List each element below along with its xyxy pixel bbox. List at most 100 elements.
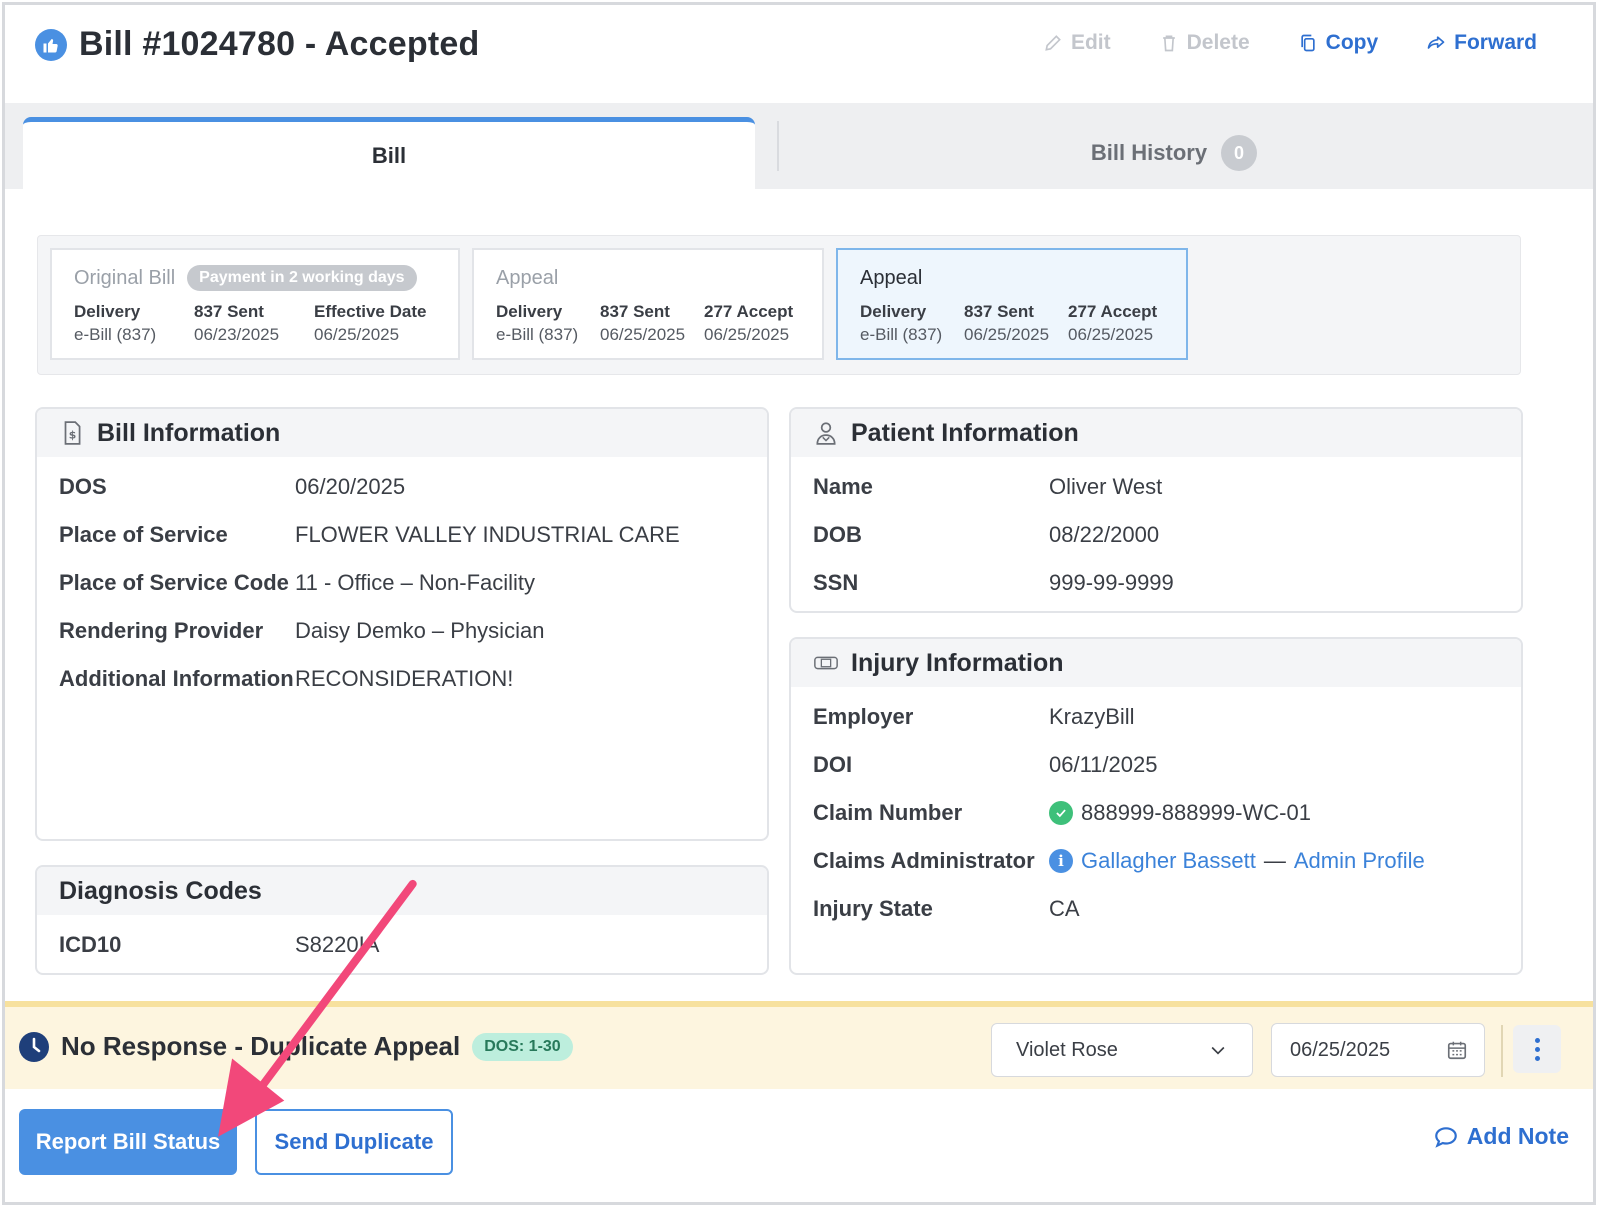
- patient-row-ssn: SSN 999-99-9999: [813, 565, 1499, 601]
- version-col-837-sent: 837 Sent 06/23/2025: [194, 302, 296, 345]
- add-note-button[interactable]: Add Note: [1433, 1123, 1569, 1150]
- injury-information-header: Injury Information: [791, 639, 1521, 687]
- svg-text:$: $: [69, 428, 77, 441]
- injury-information-title: Injury Information: [851, 648, 1064, 677]
- calendar-icon: [1447, 1041, 1467, 1060]
- version-col-label: Delivery: [74, 302, 141, 321]
- diagnosis-label: ICD10: [59, 932, 122, 957]
- verified-check-icon: [1049, 801, 1073, 825]
- tab-bill-history[interactable]: Bill History 0: [779, 117, 1569, 189]
- admin-profile-link[interactable]: Admin Profile: [1294, 843, 1425, 879]
- bill-information-title: Bill Information: [97, 418, 281, 447]
- injury-row-employer: Employer KrazyBill: [813, 699, 1499, 735]
- version-col-value: e-Bill (837): [74, 325, 157, 344]
- patient-row-dob: DOB 08/22/2000: [813, 517, 1499, 553]
- info-label: Additional Information: [59, 666, 294, 691]
- info-label: Place of Service Code: [59, 570, 289, 595]
- claims-administrator-link[interactable]: Gallagher Bassett: [1081, 843, 1256, 879]
- patient-information-header: Patient Information: [791, 409, 1521, 457]
- patient-value: 999-99-9999: [1049, 570, 1174, 595]
- clock-icon: [19, 1031, 49, 1062]
- version-columns: Delivery e-Bill (837) 837 Sent 06/25/2025 …: [496, 302, 800, 345]
- version-title: Appeal: [496, 266, 559, 289]
- diagnosis-codes-header: Diagnosis Codes: [37, 867, 767, 915]
- info-value: FLOWER VALLEY INDUSTRIAL CARE: [295, 522, 680, 547]
- info-value: Daisy Demko – Physician: [295, 618, 545, 643]
- tab-bill[interactable]: Bill: [23, 117, 755, 189]
- edit-button[interactable]: Edit: [1043, 31, 1111, 55]
- tabs-bar: Bill Bill History 0: [5, 103, 1593, 189]
- status-date-value: 06/25/2025: [1290, 1038, 1391, 1061]
- status-divider: [1501, 1025, 1503, 1077]
- version-col-value: e-Bill (837): [860, 325, 943, 344]
- trash-icon: [1162, 35, 1175, 52]
- version-col-277-accept: 277 Accept 06/25/2025: [704, 302, 806, 345]
- version-card-header: Appeal: [860, 264, 1164, 292]
- info-icon[interactable]: i: [1049, 849, 1073, 873]
- info-row-additional-information: Additional Information RECONSIDERATION!: [59, 661, 745, 697]
- copy-label: Copy: [1325, 31, 1379, 54]
- injury-row-claim-number: Claim Number 888999-888999-WC-01: [813, 795, 1499, 831]
- header-actions: Edit Delete Copy Forward: [1043, 31, 1537, 55]
- status-date-input[interactable]: 06/25/2025: [1271, 1023, 1485, 1077]
- copy-button[interactable]: Copy: [1298, 31, 1379, 55]
- pencil-icon: [1045, 35, 1061, 51]
- version-col-value: 06/23/2025: [194, 325, 280, 344]
- assignee-value: Violet Rose: [1016, 1038, 1118, 1061]
- info-label: DOS: [59, 474, 107, 499]
- patient-row-name: Name Oliver West: [813, 469, 1499, 505]
- version-col-value: 06/25/2025: [1068, 325, 1154, 344]
- bill-detail-window: Bill #1024780 - Accepted Edit Delete Cop…: [2, 2, 1596, 1205]
- version-card-original[interactable]: Original Bill Payment in 2 working days …: [50, 248, 460, 360]
- doi-value: 06/11/2025: [1049, 752, 1158, 777]
- version-col-837-sent: 837 Sent 06/25/2025: [600, 302, 702, 345]
- injury-label: DOI: [813, 752, 853, 777]
- version-columns: Delivery e-Bill (837) 837 Sent 06/25/2025 …: [860, 302, 1164, 345]
- injury-row-doi: DOI 06/11/2025: [813, 747, 1499, 783]
- injury-label: Claims Administrator: [813, 848, 1035, 873]
- version-card-header: Appeal: [496, 264, 800, 292]
- patient-value: Oliver West: [1049, 474, 1163, 499]
- bill-information-header: $ Bill Information: [37, 409, 767, 457]
- bill-versions-strip: Original Bill Payment in 2 working days …: [37, 235, 1521, 375]
- diagnosis-codes-panel: Diagnosis Codes ICD10 S8220IA: [35, 865, 769, 975]
- report-bill-status-button[interactable]: Report Bill Status: [19, 1109, 237, 1175]
- version-col-delivery: Delivery e-Bill (837): [74, 302, 176, 345]
- diagnosis-value: S8220IA: [295, 932, 380, 957]
- delete-button[interactable]: Delete: [1159, 31, 1250, 55]
- info-row-dos: DOS 06/20/2025: [59, 469, 745, 505]
- version-col-label: 277 Accept: [1068, 302, 1158, 321]
- version-col-delivery: Delivery e-Bill (837): [860, 302, 962, 345]
- chevron-down-icon: [1211, 1046, 1225, 1055]
- version-columns: Delivery e-Bill (837) 837 Sent 06/23/2025 …: [74, 302, 436, 345]
- version-col-label: Delivery: [860, 302, 927, 321]
- patient-information-title: Patient Information: [851, 418, 1079, 447]
- bill-information-rows: DOS 06/20/2025 Place of Service FLOWER VAL…: [37, 457, 767, 697]
- version-card-appeal-2[interactable]: Appeal Delivery e-Bill (837) 837 Sent 06/2…: [836, 248, 1188, 360]
- page-title: Bill #1024780 - Accepted: [79, 25, 480, 63]
- delete-label: Delete: [1186, 31, 1250, 54]
- version-col-value: 06/25/2025: [704, 325, 790, 344]
- info-label: Rendering Provider: [59, 618, 264, 643]
- patient-label: SSN: [813, 570, 859, 595]
- more-options-icon[interactable]: [1513, 1025, 1561, 1073]
- version-col-value: 06/25/2025: [600, 325, 686, 344]
- edit-label: Edit: [1070, 31, 1111, 54]
- version-card-appeal-1[interactable]: Appeal Delivery e-Bill (837) 837 Sent 06/2…: [472, 248, 824, 360]
- version-col-label: Effective Date: [314, 302, 427, 321]
- patient-label: Name: [813, 474, 873, 499]
- diagnosis-row-icd10: ICD10 S8220IA: [59, 927, 745, 963]
- status-summary: No Response - Duplicate Appeal DOS: 1-30: [19, 1031, 573, 1062]
- dos-badge: DOS: 1-30: [472, 1032, 573, 1061]
- send-duplicate-button[interactable]: Send Duplicate: [255, 1109, 453, 1175]
- patient-icon: [816, 422, 836, 445]
- forward-button[interactable]: Forward: [1426, 31, 1537, 55]
- info-label: Place of Service: [59, 522, 228, 547]
- invoice-icon: $: [64, 421, 81, 445]
- injury-label: Claim Number: [813, 800, 963, 825]
- version-col-277-accept: 277 Accept 06/25/2025: [1068, 302, 1170, 345]
- assignee-select[interactable]: Violet Rose: [991, 1023, 1253, 1077]
- version-col-label: Delivery: [496, 302, 563, 321]
- injury-row-state: Injury State CA: [813, 891, 1499, 927]
- version-col-837-sent: 837 Sent 06/25/2025: [964, 302, 1066, 345]
